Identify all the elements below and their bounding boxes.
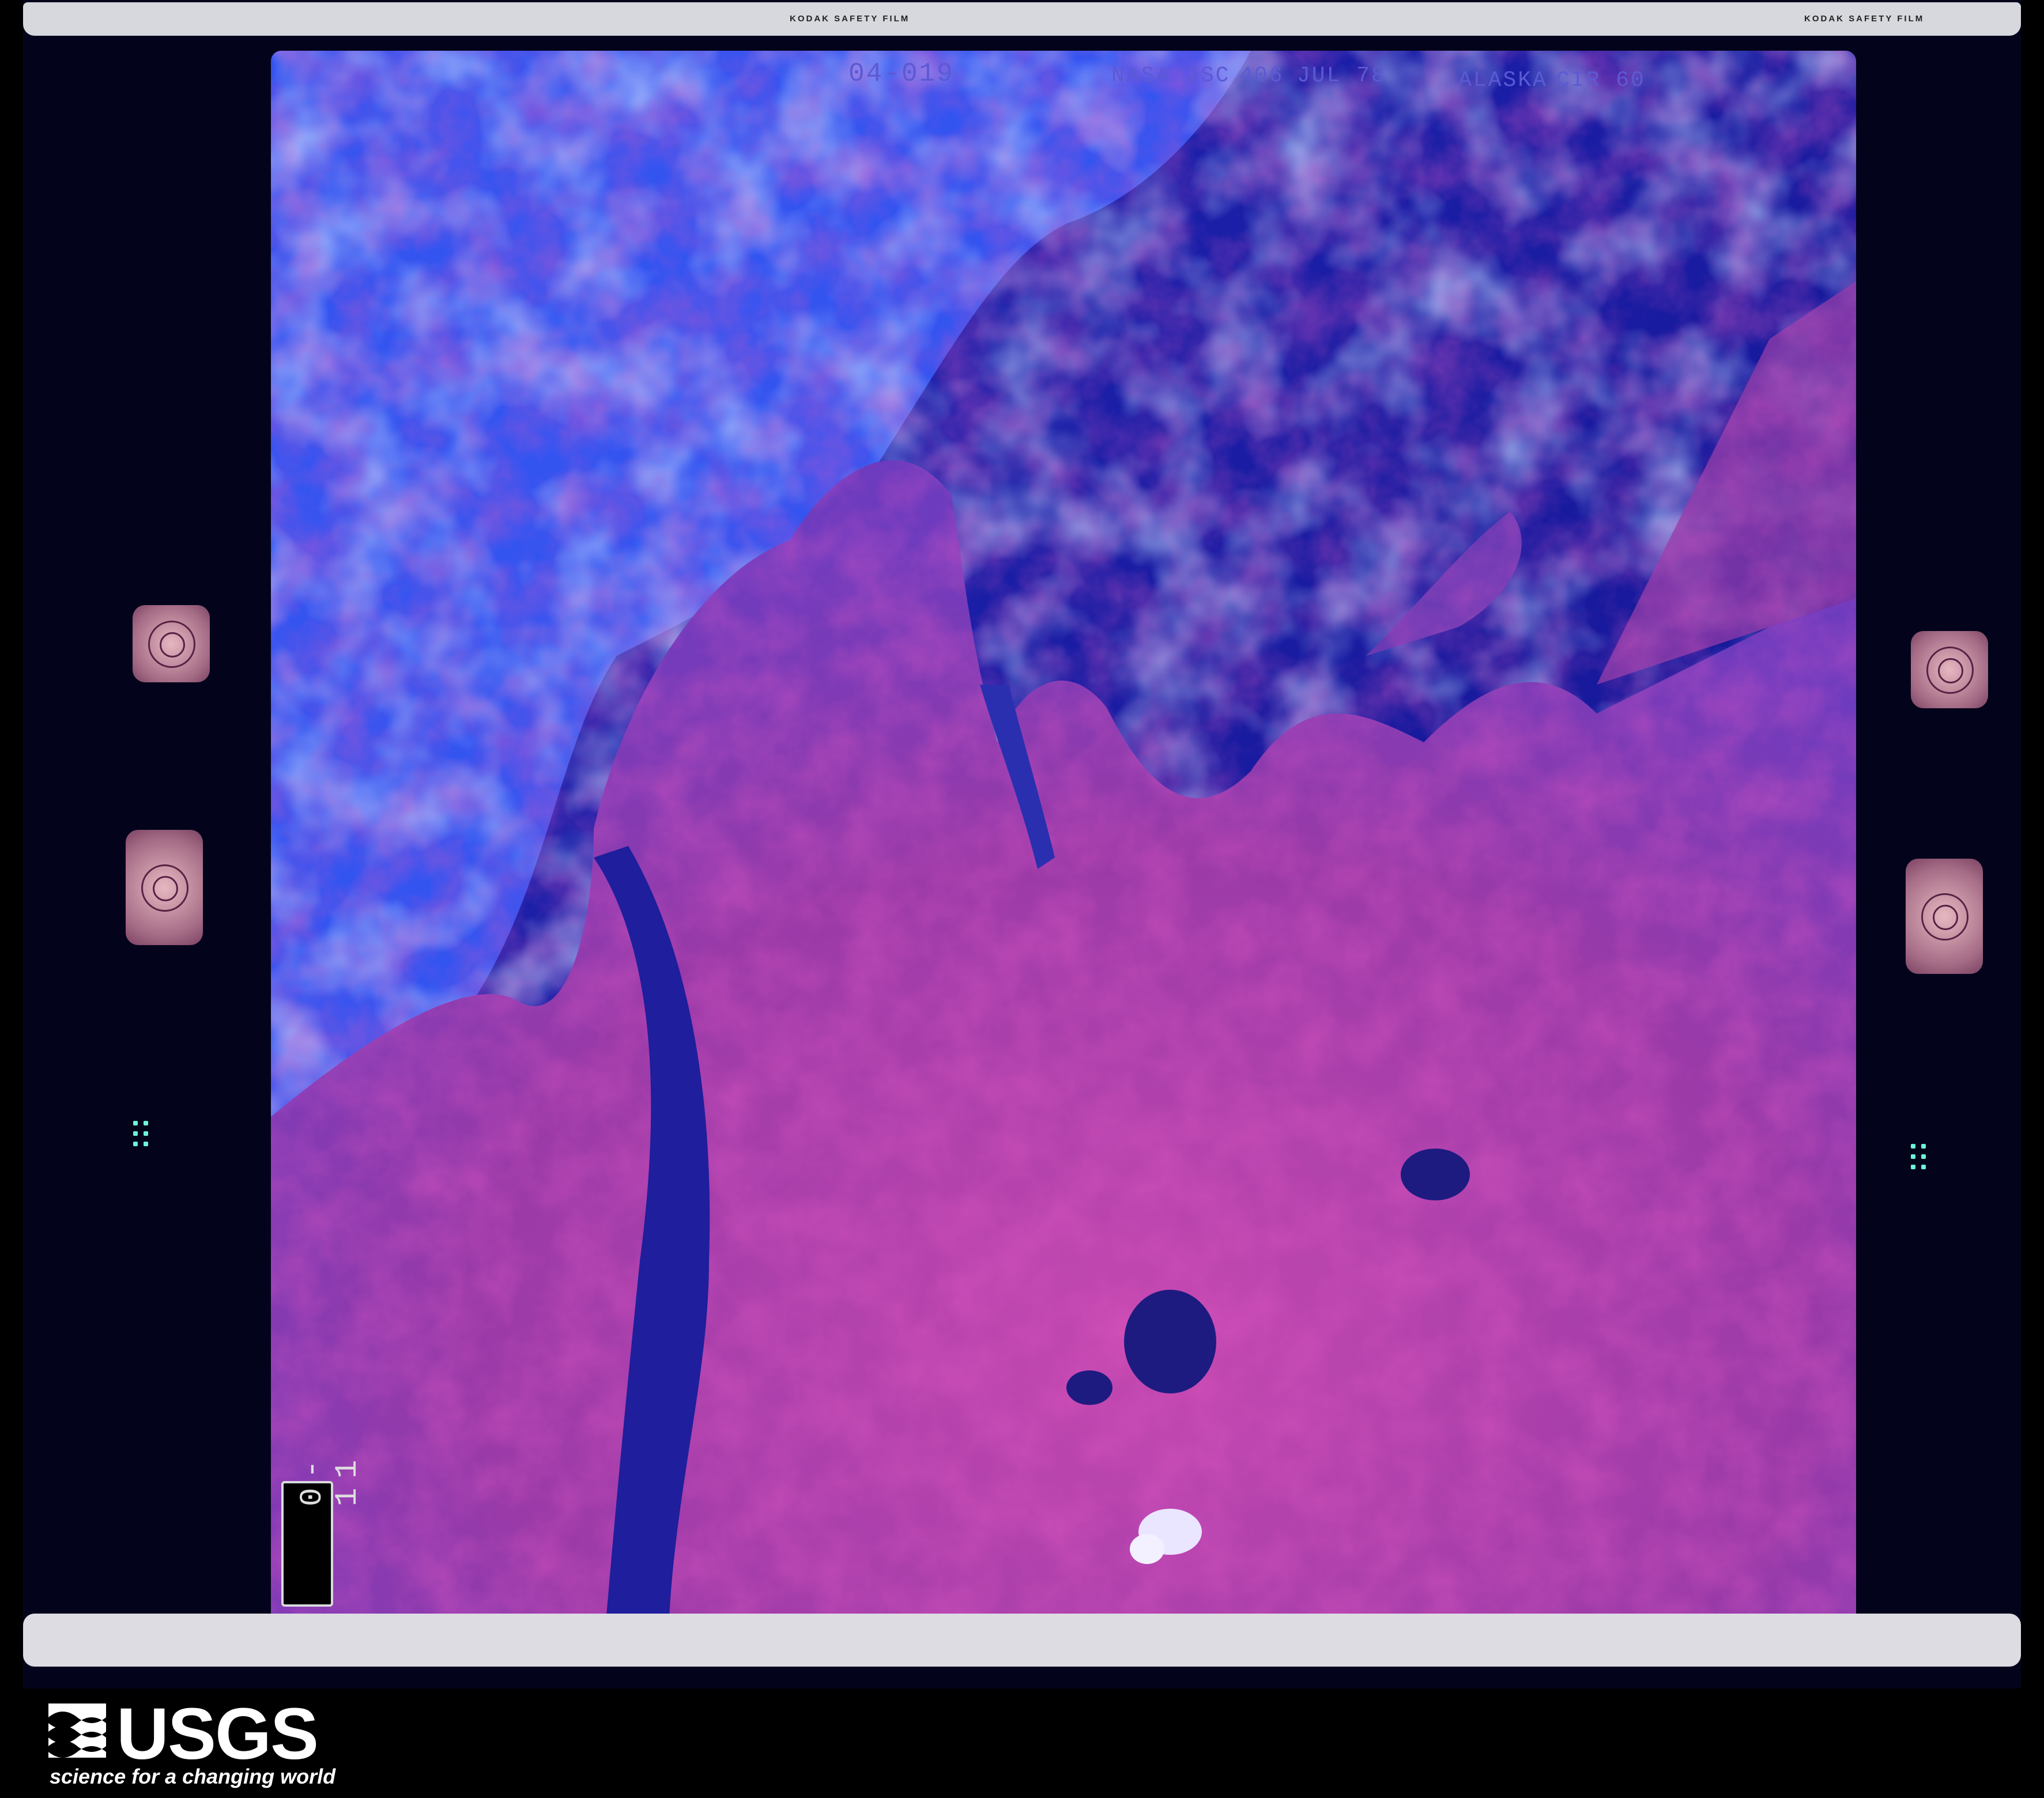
side-tab-label: 0-11 <box>295 1451 365 1506</box>
date-label: JUL 78 <box>1297 63 1386 88</box>
usgs-logo-block: USGS science for a changing world <box>48 1693 394 1798</box>
fiducial-target-left <box>126 830 203 945</box>
satellite-photo <box>271 51 1856 1630</box>
fiducial-clock-right <box>1911 631 1988 708</box>
film-edge-top: KODAK SAFETY FILM KODAK SAFETY FILM <box>23 2 2021 36</box>
edge-print-left: KODAK SAFETY FILM <box>790 14 910 24</box>
usgs-wordmark: USGS <box>116 1693 319 1774</box>
location-label: ALASKA <box>1458 68 1548 93</box>
usgs-tagline: science for a changing world <box>50 1765 336 1788</box>
edge-print-right: KODAK SAFETY FILM <box>1804 14 1925 24</box>
roll-frame-label: 04-019 <box>848 59 955 89</box>
format-label: 406 <box>1239 63 1284 88</box>
fiducial-clock-left <box>133 605 210 682</box>
side-tab: 0-11 <box>281 1451 365 1607</box>
extra-label: CIR 60 <box>1556 68 1646 93</box>
fiducial-target-right <box>1906 859 1983 974</box>
agency-label: NASA JSC <box>1111 63 1231 88</box>
usgs-wave-icon <box>48 1703 106 1758</box>
data-marks-right <box>1908 1141 1931 1176</box>
film-edge-bottom <box>23 1614 2021 1667</box>
film-frame: KODAK SAFETY FILM KODAK SAFETY FILM 04-0… <box>23 0 2021 1689</box>
data-marks-left <box>130 1118 153 1153</box>
